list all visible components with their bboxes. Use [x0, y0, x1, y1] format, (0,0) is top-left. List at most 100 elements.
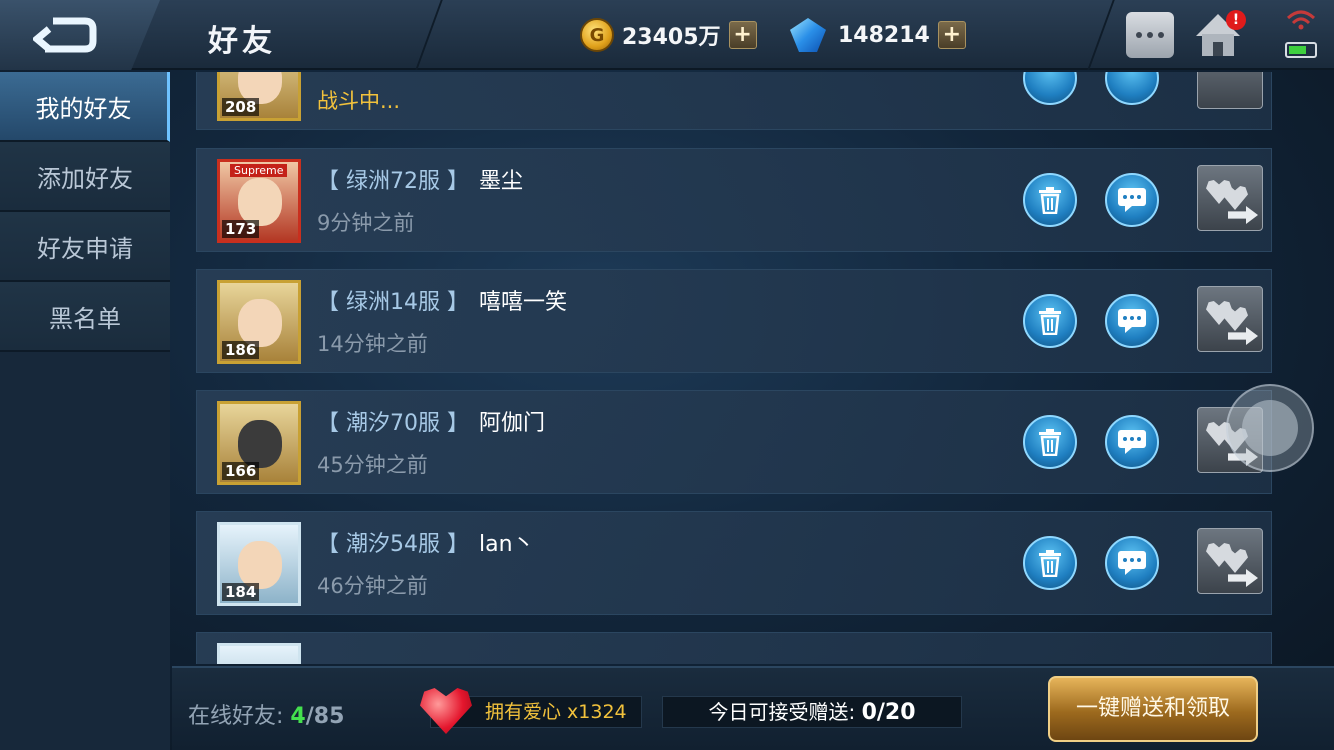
- chat-bubble-icon: [1118, 551, 1146, 575]
- friend-last-online: 14分钟之前: [317, 332, 428, 356]
- sidebar-item-blacklist[interactable]: 黑名单: [0, 282, 170, 352]
- friend-server: 【 绿洲72服 】: [317, 169, 469, 194]
- chat-friend-button[interactable]: [1105, 72, 1159, 105]
- diamond-icon: [790, 18, 826, 52]
- chat-icon[interactable]: [1126, 12, 1174, 58]
- arrow-right-icon: [1228, 327, 1258, 345]
- sidebar-item-add-friend[interactable]: 添加好友: [0, 142, 170, 212]
- delete-friend-button[interactable]: [1023, 536, 1077, 590]
- add-gem-button[interactable]: +: [937, 21, 966, 49]
- friend-last-online: 9分钟之前: [317, 211, 415, 235]
- chat-bubble-icon: [1118, 188, 1146, 212]
- battery-icon: [1285, 42, 1317, 58]
- delete-friend-button[interactable]: [1023, 415, 1077, 469]
- chat-friend-button[interactable]: [1105, 173, 1159, 227]
- friend-row: Supreme 173 【 绿洲72服 】墨尘 9分钟之前: [196, 148, 1272, 252]
- chat-friend-button[interactable]: [1105, 294, 1159, 348]
- trash-icon: [1039, 308, 1061, 335]
- trash-icon: [1039, 187, 1061, 214]
- sidebar-item-label: 黑名单: [49, 304, 121, 333]
- daily-accept: 今日可接受赠送: 0/20: [662, 696, 962, 728]
- send-heart-button[interactable]: [1197, 72, 1263, 109]
- friend-last-online: 46分钟之前: [317, 574, 428, 598]
- home-icon[interactable]: !: [1196, 10, 1246, 58]
- delete-friend-button[interactable]: [1023, 294, 1077, 348]
- trash-icon: [1039, 429, 1061, 456]
- friend-name: 阿伽门: [478, 411, 545, 436]
- friend-name-line: 【 绿洲14服 】嘻嘻一笑: [317, 284, 567, 316]
- top-bar: 好友 G 23405万 + 148214 + !: [0, 0, 1334, 70]
- sidebar-item-my-friends[interactable]: 我的好友: [0, 72, 170, 142]
- sidebar-item-label: 好友申请: [37, 234, 133, 263]
- friend-row: 166 【 潮汐70服 】阿伽门 45分钟之前: [196, 390, 1272, 494]
- sidebar-item-friend-requests[interactable]: 好友申请: [0, 212, 170, 282]
- send-heart-button[interactable]: [1197, 165, 1263, 231]
- friend-server: 【 潮汐70服 】: [317, 411, 469, 436]
- wifi-icon: [1286, 10, 1316, 30]
- chat-friend-button[interactable]: [1105, 415, 1159, 469]
- friend-avatar[interactable]: 166: [217, 401, 301, 485]
- friend-name-line: 【 潮汐70服 】阿伽门: [317, 405, 545, 437]
- chat-bubble-icon: [1118, 309, 1146, 333]
- back-button[interactable]: [0, 0, 160, 70]
- friend-row: 184 【 潮汐54服 】 lan丶 46分钟之前: [196, 511, 1272, 615]
- delete-friend-button[interactable]: [1023, 173, 1077, 227]
- friend-avatar[interactable]: 184: [217, 522, 301, 606]
- accept-label: 今日可接受赠送:: [708, 700, 856, 724]
- arrow-right-icon: [1228, 206, 1258, 224]
- level-badge: 208: [222, 98, 260, 116]
- friend-server: 【 绿洲14服 】: [317, 290, 469, 315]
- level-badge: 173: [222, 220, 260, 238]
- friend-name: lan丶: [478, 532, 535, 557]
- gem-value: 148214: [838, 22, 930, 48]
- supreme-tag: Supreme: [230, 164, 288, 177]
- friend-status: 战斗中...: [317, 89, 401, 113]
- gold-display: G 23405万 +: [580, 18, 757, 52]
- send-heart-button[interactable]: [1197, 286, 1263, 352]
- online-label: 在线好友:: [188, 704, 284, 729]
- back-arrow-icon: [33, 17, 97, 53]
- heart-icon: [1222, 549, 1248, 573]
- level-badge: 166: [222, 462, 260, 480]
- divider: [1087, 0, 1115, 70]
- sidebar: 我的好友 添加好友 好友申请 黑名单: [0, 72, 170, 750]
- alert-badge: !: [1226, 10, 1246, 30]
- heart-icon: [1222, 186, 1248, 210]
- gold-value: 23405万: [622, 25, 721, 50]
- friend-name-line: 【 绿洲72服 】墨尘: [317, 163, 523, 195]
- friend-row: 208 战斗中...: [196, 72, 1272, 130]
- friend-row: 186 【 绿洲14服 】嘻嘻一笑 14分钟之前: [196, 269, 1272, 373]
- friend-avatar[interactable]: Supreme 173: [217, 159, 301, 243]
- accept-value: 0/20: [861, 700, 916, 725]
- friend-avatar[interactable]: 186: [217, 280, 301, 364]
- arrow-right-icon: [1228, 569, 1258, 587]
- friend-server: 【 潮汐54服 】: [317, 532, 469, 557]
- divider: [415, 0, 443, 70]
- level-badge: 186: [222, 341, 260, 359]
- delete-friend-button[interactable]: [1023, 72, 1077, 105]
- chat-bubble-icon: [1118, 430, 1146, 454]
- friend-last-online: 45分钟之前: [317, 453, 428, 477]
- sidebar-item-label: 添加好友: [37, 164, 133, 193]
- friend-list[interactable]: 208 战斗中... Supreme 173 【 绿洲72服 】墨尘 9分钟之前: [172, 72, 1334, 664]
- send-heart-button[interactable]: [1197, 528, 1263, 594]
- sidebar-item-label: 我的好友: [35, 94, 132, 123]
- online-friends: 在线好友: 4/85: [188, 698, 344, 730]
- online-count: 4: [290, 704, 306, 729]
- gold-coin-icon: G: [580, 18, 614, 52]
- friend-avatar[interactable]: 208: [217, 72, 301, 121]
- online-total: /85: [305, 704, 345, 729]
- level-badge: 184: [222, 583, 260, 601]
- heart-icon: [1222, 307, 1248, 331]
- bottom-bar: 在线好友: 4/85 拥有爱心 x1324 今日可接受赠送: 0/20 一键赠送…: [172, 666, 1334, 750]
- floating-joystick[interactable]: [1226, 384, 1314, 472]
- friend-avatar[interactable]: [217, 643, 301, 664]
- friend-name: 墨尘: [478, 169, 523, 194]
- add-gold-button[interactable]: +: [728, 21, 757, 49]
- friend-name: 嘻嘻一笑: [478, 290, 567, 315]
- gem-display: 148214 +: [790, 18, 966, 52]
- chat-friend-button[interactable]: [1105, 536, 1159, 590]
- friend-name-line: 【 潮汐54服 】 lan丶: [317, 526, 535, 558]
- one-click-send-receive-button[interactable]: 一键赠送和领取: [1048, 676, 1258, 742]
- trash-icon: [1039, 550, 1061, 577]
